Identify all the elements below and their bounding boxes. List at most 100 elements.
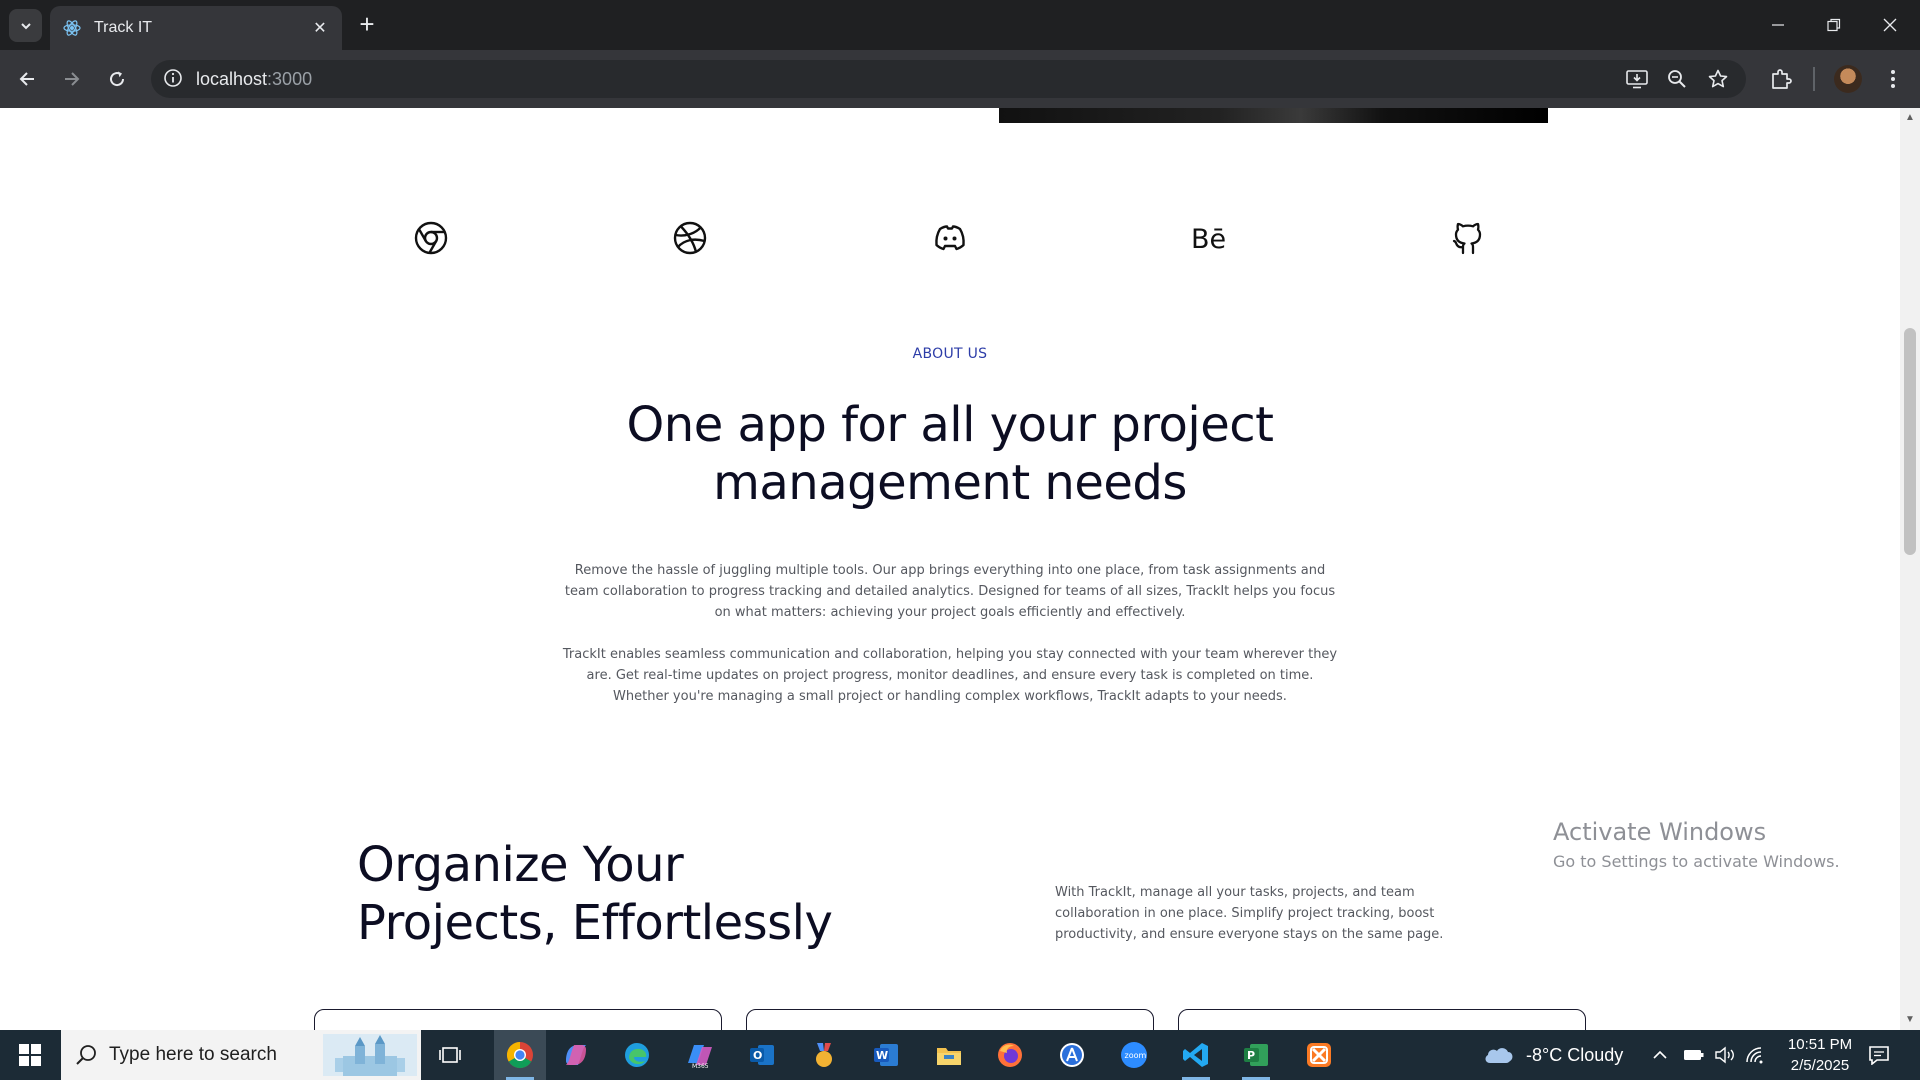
svg-text:M365: M365 xyxy=(692,1063,709,1069)
firefox-icon xyxy=(998,1043,1022,1067)
task-view-button[interactable] xyxy=(430,1035,470,1075)
network-status[interactable] xyxy=(1745,1030,1765,1080)
page-viewport: Bē ABOUT US One app for all your project… xyxy=(0,108,1900,1030)
search-highlight-castle-icon xyxy=(323,1034,417,1076)
project-icon: P xyxy=(1244,1044,1268,1066)
about-paragraph-1: Remove the hassle of juggling multiple t… xyxy=(564,563,1336,620)
address-bar[interactable]: localhost:3000 xyxy=(151,60,1746,98)
taskbar-edge[interactable] xyxy=(617,1035,657,1075)
toolbar-divider xyxy=(1813,67,1815,91)
browser-tab-active[interactable]: Track IT ✕ xyxy=(50,6,342,50)
taskbar-rewards[interactable] xyxy=(804,1035,844,1075)
forward-button[interactable] xyxy=(55,62,89,96)
svg-text:Bē: Bē xyxy=(1191,224,1226,255)
bookmark-star-icon[interactable] xyxy=(1707,68,1729,90)
url-text[interactable]: localhost:3000 xyxy=(196,69,312,90)
behance-icon[interactable]: Bē xyxy=(1191,220,1227,256)
word-icon: W xyxy=(874,1044,898,1066)
taskbar-file-explorer[interactable] xyxy=(929,1035,969,1075)
xampp-icon xyxy=(1307,1043,1331,1067)
activate-windows-watermark: Activate Windows Go to Settings to activ… xyxy=(1553,818,1840,871)
tab-close-icon[interactable]: ✕ xyxy=(310,18,330,38)
taskbar-app-store[interactable] xyxy=(1052,1035,1092,1075)
organize-description: With TrackIt, manage all your tasks, pro… xyxy=(1055,885,1444,942)
new-tab-button[interactable]: + xyxy=(352,10,382,40)
copilot-icon xyxy=(566,1045,586,1065)
chevron-up-icon xyxy=(1653,1050,1667,1059)
taskbar-search-box[interactable]: Type here to search xyxy=(61,1030,421,1080)
scroll-thumb[interactable] xyxy=(1904,328,1916,555)
discord-icon[interactable] xyxy=(932,220,968,256)
zoom-app-icon: zoom xyxy=(1121,1042,1147,1068)
back-button[interactable] xyxy=(10,62,44,96)
reload-icon xyxy=(110,71,125,87)
svg-text:O: O xyxy=(753,1049,762,1062)
about-eyebrow: ABOUT US xyxy=(912,346,988,362)
restore-icon xyxy=(1827,18,1841,32)
taskbar-outlook[interactable]: O xyxy=(742,1035,782,1075)
cloud-icon xyxy=(1485,1048,1513,1063)
feature-card-3 xyxy=(1178,1009,1586,1030)
speaker-icon xyxy=(1715,1046,1734,1064)
taskbar-copilot[interactable] xyxy=(556,1035,596,1075)
browser-titlebar: Track IT ✕ + xyxy=(0,0,1920,50)
install-app-icon[interactable] xyxy=(1626,68,1648,90)
app-store-icon xyxy=(1060,1043,1084,1067)
show-hidden-icons[interactable] xyxy=(1652,1030,1668,1080)
search-icon xyxy=(76,1045,96,1065)
github-icon[interactable] xyxy=(1450,220,1486,256)
minimize-button[interactable] xyxy=(1750,0,1806,50)
zoom-icon[interactable] xyxy=(1666,68,1688,90)
task-view-icon xyxy=(439,1047,461,1063)
edge-icon xyxy=(625,1043,649,1067)
organize-title: Organize Your Projects, Effortlessly xyxy=(357,837,833,951)
browser-menu-icon[interactable] xyxy=(1878,64,1908,94)
taskbar-firefox[interactable] xyxy=(990,1035,1030,1075)
arrow-right-icon xyxy=(65,72,80,86)
scroll-down-arrow[interactable]: ▼ xyxy=(1904,1014,1916,1026)
svg-text:P: P xyxy=(1247,1049,1255,1062)
folder-icon xyxy=(937,1048,961,1065)
weather-widget[interactable]: -8°C Cloudy xyxy=(1482,1030,1623,1080)
start-button[interactable] xyxy=(0,1030,60,1080)
taskbar-vscode[interactable] xyxy=(1176,1030,1216,1080)
browser-toolbar: localhost:3000 xyxy=(0,50,1920,108)
site-info-icon[interactable] xyxy=(163,68,183,93)
vscode-icon xyxy=(1183,1043,1208,1067)
close-window-button[interactable] xyxy=(1862,0,1918,50)
tab-search-button[interactable] xyxy=(9,9,42,42)
taskbar-xampp[interactable] xyxy=(1299,1035,1339,1075)
extensions-puzzle-icon[interactable] xyxy=(1766,64,1796,94)
profile-avatar[interactable] xyxy=(1834,65,1862,93)
svg-text:W: W xyxy=(876,1049,888,1062)
search-placeholder: Type here to search xyxy=(109,1044,277,1065)
taskbar-chrome[interactable] xyxy=(494,1030,546,1080)
volume-control[interactable] xyxy=(1714,1030,1736,1080)
restore-button[interactable] xyxy=(1806,0,1862,50)
taskbar-zoom[interactable]: zoom xyxy=(1114,1035,1154,1075)
feature-card-2 xyxy=(746,1009,1154,1030)
taskbar-project[interactable]: P xyxy=(1236,1030,1276,1080)
chrome-app-icon xyxy=(506,1041,533,1069)
hero-image-bottom-edge xyxy=(999,108,1548,123)
notification-icon xyxy=(1869,1046,1889,1065)
reload-button[interactable] xyxy=(100,62,134,96)
arrow-left-icon xyxy=(19,72,34,86)
svg-text:zoom: zoom xyxy=(1125,1051,1147,1060)
chevron-down-icon xyxy=(20,22,31,29)
dribbble-icon[interactable] xyxy=(672,220,708,256)
minimize-icon xyxy=(1772,24,1784,26)
page-scrollbar[interactable]: ▲ ▼ xyxy=(1900,108,1920,1030)
battery-status[interactable] xyxy=(1683,1030,1705,1080)
taskbar-clock[interactable]: 10:51 PM 2/5/2025 xyxy=(1775,1034,1865,1076)
notification-center[interactable] xyxy=(1868,1030,1890,1080)
battery-icon xyxy=(1684,1050,1704,1060)
outlook-icon: O xyxy=(750,1045,774,1065)
taskbar-m365[interactable]: M365 xyxy=(679,1035,719,1075)
medal-icon xyxy=(816,1043,832,1067)
weather-text: -8°C Cloudy xyxy=(1526,1044,1624,1065)
chrome-icon[interactable] xyxy=(413,220,449,256)
taskbar-word[interactable]: W xyxy=(866,1035,906,1075)
microsoft-365-icon: M365 xyxy=(688,1045,712,1069)
scroll-up-arrow[interactable]: ▲ xyxy=(1904,112,1916,124)
